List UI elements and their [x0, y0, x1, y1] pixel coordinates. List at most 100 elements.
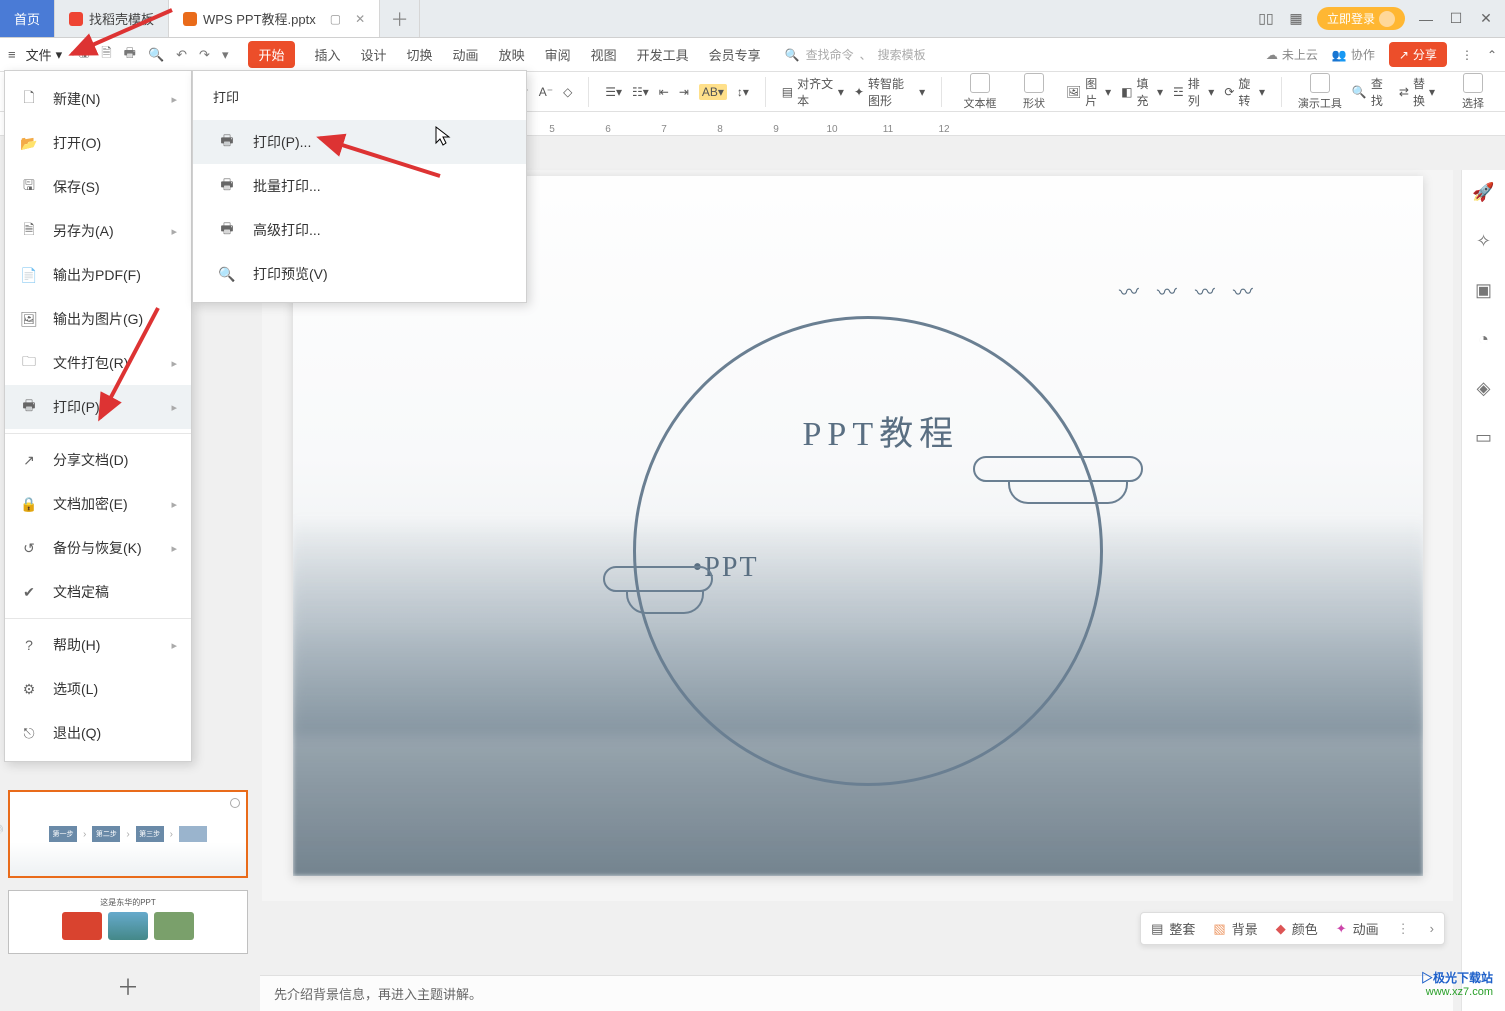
tab-devtools[interactable]: 开发工具	[637, 45, 689, 64]
more-menu-icon[interactable]: ⋮	[1461, 48, 1473, 62]
reading-layout-icon[interactable]: ▯▯	[1257, 10, 1275, 28]
star-outline-icon[interactable]: ✧	[1476, 231, 1491, 252]
batch-print-icon: 🖶	[217, 176, 237, 196]
share-button[interactable]: ↗ 分享	[1389, 42, 1447, 67]
fill-button[interactable]: ◧ 填充▾	[1121, 75, 1163, 109]
action-set-button[interactable]: ▤整套	[1151, 919, 1195, 938]
tab-insert[interactable]: 插入	[315, 45, 341, 64]
close-window-button[interactable]: ✕	[1477, 10, 1495, 28]
new-file-icon: 🗋	[19, 89, 39, 109]
file-menu-button[interactable]: 文件 ▾	[26, 45, 63, 64]
book-icon[interactable]: ▭	[1475, 427, 1492, 448]
text-direction-icon[interactable]: ↕▾	[737, 85, 749, 99]
qat-dropdown-icon[interactable]: ▾	[222, 47, 229, 63]
package-icon: 🗀	[19, 353, 39, 373]
diamond-icon[interactable]: ◈	[1477, 378, 1491, 399]
menubar-right: ☁ 未上云 👥 协作 ↗ 分享 ⋮ ⌃	[1266, 42, 1497, 67]
file-menu-help[interactable]: ?帮助(H)▸	[5, 623, 191, 667]
smart-graphic-button[interactable]: ✦ 转智能图形▾	[854, 75, 925, 109]
redo-icon[interactable]: ↷	[199, 47, 210, 63]
tab-view[interactable]: 视图	[591, 45, 617, 64]
replace-button[interactable]: ⇄ 替换▾	[1399, 75, 1435, 109]
numbering-icon[interactable]: ☷▾	[632, 85, 649, 99]
file-menu-backup[interactable]: ↺备份与恢复(K)▸	[5, 526, 191, 570]
file-menu-export-pdf[interactable]: 📄输出为PDF(F)	[5, 253, 191, 297]
advanced-print-icon: 🖶	[217, 220, 237, 240]
file-menu-encrypt[interactable]: 🔒文档加密(E)▸	[5, 482, 191, 526]
check-icon: ✔	[19, 582, 39, 602]
collab-button[interactable]: 👥 协作	[1332, 46, 1375, 63]
slide-action-bar: ▤整套 ▧背景 ◆颜色 ✦动画 ⋮ ›	[1140, 912, 1445, 945]
add-slide-button[interactable]: ＋	[8, 966, 248, 1006]
indent-left-icon[interactable]: ⇤	[659, 85, 669, 99]
action-background-button[interactable]: ▧背景	[1213, 919, 1257, 938]
command-search[interactable]: 🔍 查找命令、 搜索模板	[785, 46, 926, 63]
hamburger-icon[interactable]: ≡	[8, 47, 16, 62]
action-color-button[interactable]: ◆颜色	[1276, 919, 1318, 938]
tab-start[interactable]: 开始	[248, 41, 294, 68]
watermark-line1: ▷极光下载站	[1421, 971, 1493, 985]
tab-animation[interactable]: 动画	[453, 45, 479, 64]
print-submenu-title: 打印	[193, 83, 526, 120]
file-menu-label: 文件	[26, 45, 52, 64]
shape-button[interactable]: 形状	[1012, 73, 1056, 111]
minimize-button[interactable]: —	[1417, 10, 1435, 28]
thumb-slide-5[interactable]: 第一步› 第二步› 第三步›	[8, 790, 248, 878]
file-menu-options[interactable]: ⚙选项(L)	[5, 667, 191, 711]
audio-badge-icon: 🔊	[0, 824, 4, 837]
file-menu-save[interactable]: 🖫保存(S)	[5, 165, 191, 209]
tab-design[interactable]: 设计	[361, 45, 387, 64]
image-button[interactable]: 🖼 图片▾	[1066, 75, 1111, 109]
file-menu-finalize[interactable]: ✔文档定稿	[5, 570, 191, 614]
thumb-slide-6[interactable]: 这是东华的PPT	[8, 890, 248, 954]
rotate-button[interactable]: ⟳ 旋转▾	[1224, 75, 1265, 109]
login-button[interactable]: 立即登录	[1317, 7, 1405, 30]
lock-icon: 🔒	[19, 494, 39, 514]
decrease-font-icon[interactable]: A⁻	[539, 85, 553, 99]
watermark-line2: www.xz7.com	[1421, 985, 1493, 999]
maximize-button[interactable]: ☐	[1447, 10, 1465, 28]
notes-status-bar[interactable]: 先介绍背景信息，再进入主题讲解。	[260, 975, 1453, 1011]
align-text-button[interactable]: ▤ 对齐文本▾	[782, 75, 844, 109]
ribbon-tabs: 开始 插入 设计 切换 动画 放映 审阅 视图 开发工具 会员专享	[248, 41, 760, 68]
tab-document[interactable]: WPS PPT教程.pptx ▢ ✕	[169, 0, 380, 37]
layers-icon[interactable]: ▣	[1475, 280, 1492, 301]
file-menu-open[interactable]: 📂打开(O)	[5, 121, 191, 165]
bullets-icon[interactable]: ☰▾	[605, 85, 622, 99]
chevron-right-icon: ▸	[171, 639, 177, 652]
cloud-status[interactable]: ☁ 未上云	[1266, 46, 1318, 63]
indent-right-icon[interactable]: ⇥	[679, 85, 689, 99]
file-menu-saveas[interactable]: 🗎另存为(A)▸	[5, 209, 191, 253]
collab-label: 协作	[1351, 46, 1375, 63]
add-tab-button[interactable]: ＋	[380, 0, 420, 37]
collapse-ribbon-icon[interactable]: ⌃	[1487, 48, 1497, 62]
tab-slideshow[interactable]: 放映	[499, 45, 525, 64]
file-menu-exit[interactable]: ⎋退出(Q)	[5, 711, 191, 755]
file-menu-share-doc[interactable]: ↗分享文档(D)	[5, 438, 191, 482]
close-tab-icon[interactable]: ✕	[355, 12, 365, 26]
print-item-advanced[interactable]: 🖶高级打印...	[193, 208, 526, 252]
thumb6-cell3	[154, 912, 194, 940]
print-item-preview[interactable]: 🔍打印预览(V)	[193, 252, 526, 296]
file-menu-new[interactable]: 🗋新建(N)▸	[5, 77, 191, 121]
tab-review[interactable]: 审阅	[545, 45, 571, 64]
arrange-button[interactable]: ☲ 排列▾	[1173, 75, 1214, 109]
more-actions-icon[interactable]: ⋮	[1397, 921, 1412, 937]
popout-icon[interactable]: ▢	[330, 12, 341, 26]
demo-tool-button[interactable]: 演示工具	[1298, 73, 1342, 111]
select-button[interactable]: 选择	[1451, 73, 1495, 111]
find-button[interactable]: 🔍 查找	[1352, 75, 1383, 109]
tab-transition[interactable]: 切换	[407, 45, 433, 64]
clear-format-icon[interactable]: ◇	[563, 85, 572, 99]
share-doc-icon: ↗	[19, 450, 39, 470]
tab-home[interactable]: 首页	[0, 0, 55, 37]
textbox-button[interactable]: 文本框	[958, 73, 1002, 111]
tab-member[interactable]: 会员专享	[709, 45, 761, 64]
rocket-icon[interactable]: 🚀	[1472, 182, 1494, 203]
palette-icon[interactable]: ◔	[1478, 329, 1489, 350]
highlight-icon[interactable]: AB▾	[699, 84, 727, 100]
grid-apps-icon[interactable]: ▦	[1287, 10, 1305, 28]
action-animation-button[interactable]: ✦动画	[1336, 919, 1379, 938]
next-variation-icon[interactable]: ›	[1430, 921, 1434, 936]
open-folder-icon: 📂	[19, 133, 39, 153]
